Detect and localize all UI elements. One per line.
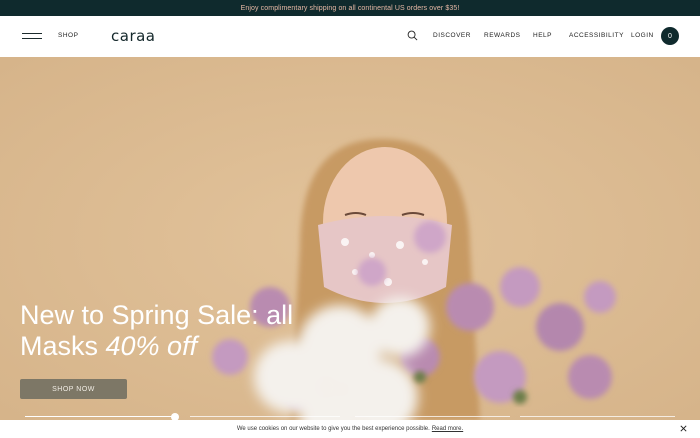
hero-banner: New to Spring Sale: all Masks 40% off SH… — [0, 57, 700, 420]
shop-link[interactable]: SHOP — [58, 32, 78, 39]
nav-help[interactable]: HELP — [533, 32, 552, 39]
slide-track-1[interactable] — [25, 415, 175, 417]
slide-track-4[interactable] — [520, 415, 675, 417]
nav-rewards[interactable]: REWARDS — [484, 32, 520, 39]
nav-discover[interactable]: DISCOVER — [433, 32, 471, 39]
headline-line-2: Masks — [20, 331, 106, 361]
cookie-text: We use cookies on our website to give yo… — [236, 426, 430, 432]
brand-logo[interactable]: caraa — [111, 27, 156, 45]
slide-track-2[interactable] — [190, 415, 340, 417]
search-icon[interactable] — [407, 30, 418, 41]
slide-track-3[interactable] — [355, 415, 510, 417]
nav-login[interactable]: LOGIN — [631, 32, 654, 39]
top-nav: SHOP caraa DISCOVER REWARDS HELP ACCESSI… — [0, 16, 700, 57]
promo-banner: Enjoy complimentary shipping on all cont… — [0, 0, 700, 16]
headline-line-1: New to Spring Sale: all — [20, 300, 294, 330]
hero-headline: New to Spring Sale: all Masks 40% off — [20, 300, 320, 362]
shop-now-button[interactable]: SHOP NOW — [20, 379, 127, 399]
cart-button[interactable]: 0 — [661, 27, 679, 45]
promo-text: Enjoy complimentary shipping on all cont… — [240, 4, 460, 12]
headline-discount: 40% off — [105, 331, 198, 361]
hero-image — [0, 57, 700, 420]
close-icon[interactable] — [679, 424, 688, 433]
cookie-read-more-link[interactable]: Read more. — [432, 426, 463, 432]
nav-accessibility[interactable]: ACCESSIBILITY — [569, 32, 624, 39]
slide-progress — [25, 413, 675, 420]
menu-icon[interactable] — [22, 33, 42, 41]
slide-progress-knob[interactable] — [171, 413, 179, 420]
cookie-bar: We use cookies on our website to give yo… — [0, 420, 700, 438]
